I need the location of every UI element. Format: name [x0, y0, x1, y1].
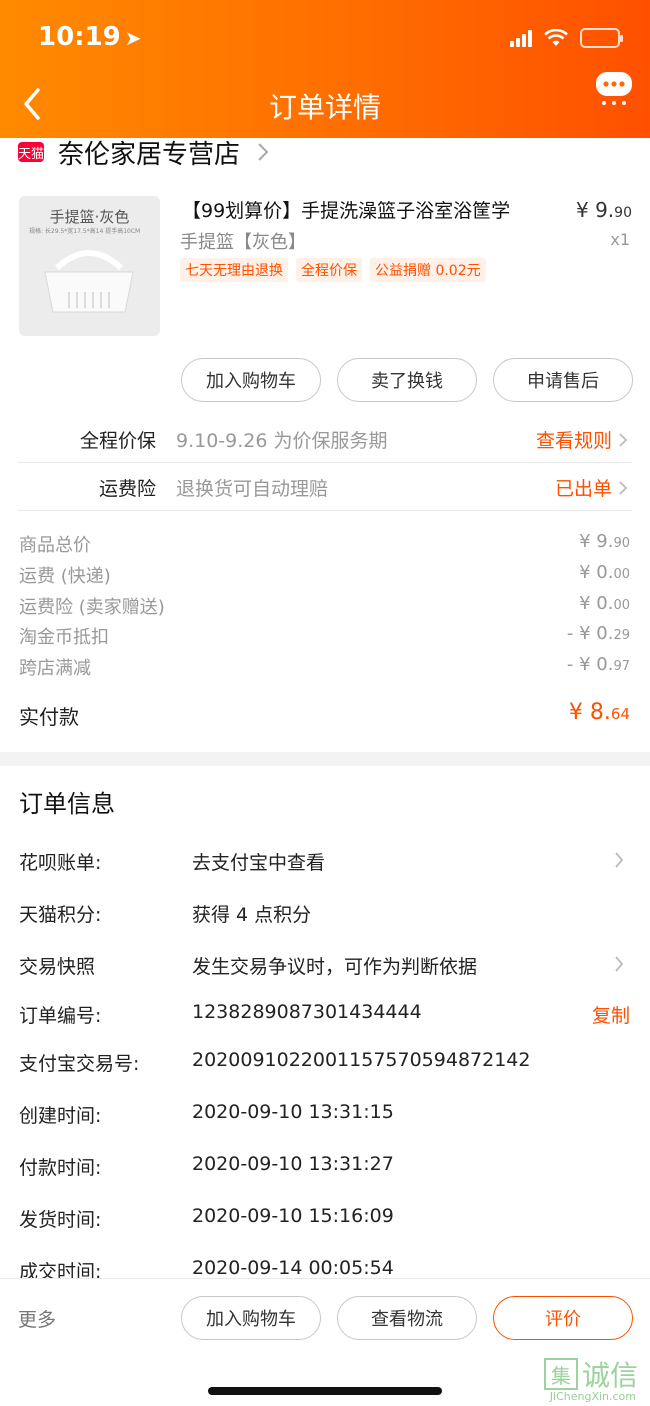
view-rules-label: 查看规则	[535, 430, 612, 452]
shipped-time-value: 2020-09-10 15:16:09	[192, 1205, 394, 1227]
price-label-coins: 淘金币抵扣	[19, 627, 109, 648]
price-value-discount: - ¥ 0.97	[567, 654, 630, 675]
paid-time-label: 付款时间:	[19, 1157, 102, 1179]
tag-return: 七天无理由退换	[180, 258, 288, 282]
watermark-badge: 集	[543, 1358, 578, 1390]
price-value-insurance: ¥ 0.00	[579, 593, 630, 614]
order-info-title: 订单信息	[19, 790, 115, 818]
section-separator	[0, 752, 650, 766]
created-time-value: 2020-09-10 13:31:15	[192, 1101, 394, 1123]
basket-image	[44, 250, 134, 313]
price-value-total-dec: 90	[613, 536, 630, 551]
after-sale-button[interactable]: 申请售后	[493, 358, 633, 402]
battery-icon	[580, 28, 623, 48]
service-desc-price-protect: 9.10-9.26 为价保服务期	[176, 430, 388, 452]
price-value-discount-dec: 97	[613, 659, 630, 674]
paid-value-dec: 64	[610, 705, 630, 723]
shipped-time-label: 发货时间:	[19, 1209, 102, 1231]
product-tags: 七天无理由退换 全程价保 公益捐赠 0.02元	[180, 258, 486, 282]
page-title: 订单详情	[268, 91, 381, 124]
wifi-icon	[544, 29, 568, 46]
snapshot-value[interactable]: 发生交易争议时，可作为判断依据	[192, 952, 477, 979]
product-thumbnail[interactable]: 手提篮·灰色 规格: 长29.5*宽17.5*高14 提手高10CM	[19, 196, 160, 336]
home-indicator[interactable]	[208, 1387, 442, 1395]
watermark-sub: JiChengXin.com	[549, 1390, 636, 1403]
snapshot-label: 交易快照	[19, 956, 96, 978]
huabei-value[interactable]: 去支付宝中查看	[192, 848, 325, 875]
resell-button[interactable]: 卖了换钱	[337, 358, 477, 402]
price-value-coins-int: - ¥ 0.	[566, 623, 614, 644]
tag-price-protect: 全程价保	[296, 258, 362, 282]
price-value-insurance-int: ¥ 0.	[579, 593, 614, 614]
price-value-discount-int: - ¥ 0.	[566, 654, 614, 675]
price-value-insurance-dec: 00	[613, 598, 630, 613]
more-button[interactable]: 更多	[18, 1305, 56, 1332]
points-label: 天猫积分:	[19, 904, 102, 926]
product-price: ¥ 9.90	[576, 198, 632, 222]
chevron-right-icon[interactable]	[614, 955, 624, 973]
watermark-text: 诚信	[581, 1359, 638, 1392]
price-value-shipping-int: ¥ 0.	[579, 562, 614, 583]
store-link[interactable]: 天猫 奈伦家居专营店	[18, 136, 270, 170]
header-bar: 10:19 ➤ 订单详情	[0, 0, 650, 138]
paid-time-value: 2020-09-10 13:31:27	[192, 1153, 394, 1175]
insurance-issued-link[interactable]: 已出单	[555, 474, 628, 501]
price-label-shipping: 运费 (快递)	[19, 566, 111, 587]
price-value-shipping: ¥ 0.00	[579, 562, 630, 583]
alipay-trade-label: 支付宝交易号:	[19, 1053, 140, 1075]
view-logistics-button[interactable]: 查看物流	[337, 1296, 477, 1340]
tag-charity: 公益捐赠 0.02元	[370, 258, 486, 282]
tmall-badge: 天猫	[18, 142, 44, 162]
alipay-trade-value: 2020091022001157570594872142	[192, 1049, 531, 1071]
deal-time-value: 2020-09-14 00:05:54	[192, 1257, 394, 1279]
price-value-shipping-dec: 00	[613, 567, 630, 582]
price-value-total-int: ¥ 9.	[579, 531, 614, 552]
service-label-price-protect: 全程价保	[79, 430, 156, 452]
huabei-label: 花呗账单:	[19, 852, 102, 874]
order-number-value: 1238289087301434444	[192, 1001, 422, 1023]
service-desc-shipping-insurance: 退换货可自动理赔	[176, 478, 329, 500]
status-time-text: 10:19	[38, 22, 121, 52]
product-sku: 手提篮【灰色】	[180, 232, 306, 253]
location-icon: ➤	[124, 26, 142, 50]
message-icon[interactable]	[594, 70, 634, 106]
price-value-coins: - ¥ 0.29	[567, 623, 630, 644]
rate-button[interactable]: 评价	[493, 1296, 633, 1340]
status-time: 10:19 ➤	[38, 22, 142, 52]
status-icons	[510, 28, 623, 48]
product-qty: x1	[610, 230, 630, 249]
thumb-dims: 规格: 长29.5*宽17.5*高14 提手高10CM	[29, 228, 141, 235]
paid-label: 实付款	[19, 705, 79, 729]
divider	[18, 510, 632, 511]
price-value-total: ¥ 9.90	[579, 531, 630, 552]
watermark: 集 诚信	[543, 1354, 638, 1394]
add-cart-button[interactable]: 加入购物车	[181, 358, 321, 402]
store-name: 奈伦家居专营店	[58, 139, 241, 170]
price-label-discount: 跨店满减	[19, 658, 91, 679]
product-price-dec: 90	[614, 205, 632, 221]
chevron-right-icon[interactable]	[614, 851, 624, 869]
product-price-int: ¥ 9.	[576, 198, 615, 222]
order-number-label: 订单编号:	[19, 1005, 102, 1027]
paid-value: ¥ 8.64	[569, 700, 630, 725]
thumb-title: 手提篮·灰色	[49, 208, 130, 226]
view-rules-link[interactable]: 查看规则	[536, 426, 628, 453]
divider	[18, 462, 632, 463]
price-label-total: 商品总价	[19, 535, 91, 556]
product-name[interactable]: 【99划算价】手提洗澡篮子浴室浴筐学	[182, 196, 552, 223]
copy-button[interactable]: 复制	[592, 1001, 630, 1028]
paid-value-int: ¥ 8.	[568, 700, 611, 725]
insurance-issued-label: 已出单	[554, 478, 612, 500]
chevron-right-icon	[619, 480, 628, 495]
chevron-right-icon	[258, 143, 269, 161]
chevron-right-icon	[619, 432, 628, 447]
created-time-label: 创建时间:	[19, 1105, 102, 1127]
signal-icon	[510, 29, 532, 47]
service-label-shipping-insurance: 运费险	[98, 478, 156, 500]
price-label-insurance: 运费险 (卖家赠送)	[19, 597, 165, 618]
points-value: 获得 4 点积分	[192, 904, 312, 926]
bottom-add-cart-button[interactable]: 加入购物车	[181, 1296, 321, 1340]
price-value-coins-dec: 29	[613, 628, 630, 643]
